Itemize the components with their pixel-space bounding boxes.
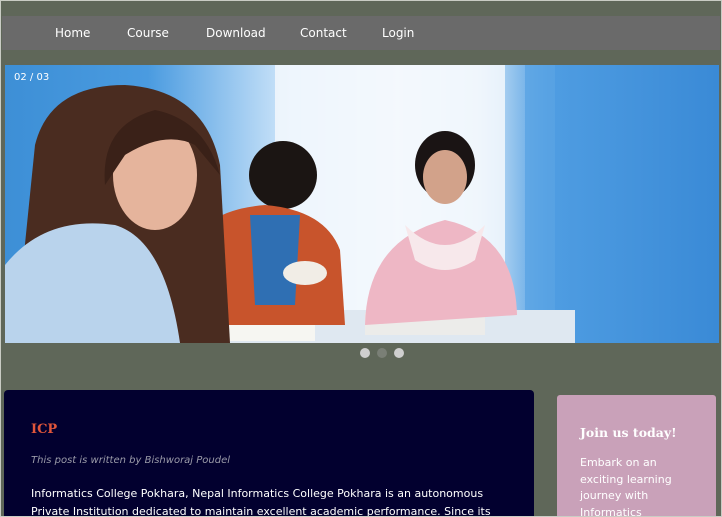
nav-login-link[interactable]: Login	[382, 26, 414, 40]
post-title[interactable]: ICP	[31, 422, 57, 437]
nav-course-link[interactable]: Course	[127, 26, 169, 40]
join-us-card: Join us today! Embark on an exciting lea…	[557, 395, 716, 517]
slide-counter: 02 / 03	[14, 72, 50, 83]
post-body: Informatics College Pokhara, Nepal Infor…	[31, 487, 491, 517]
nav-home-link[interactable]: Home	[55, 26, 90, 40]
slider-dot-3[interactable]	[394, 348, 404, 358]
top-navigation-bar: Home Course Download Contact Login	[2, 16, 720, 50]
nav-contact-link[interactable]: Contact	[300, 26, 347, 40]
slider-dot-1[interactable]	[360, 348, 370, 358]
slider-pagination	[360, 348, 404, 358]
post-card: ICP This post is written by Bishworaj Po…	[4, 390, 534, 517]
join-title: Join us today!	[580, 425, 677, 440]
slider-dot-2[interactable]	[377, 348, 387, 358]
hero-image-slider[interactable]: 02 / 03	[5, 65, 719, 343]
join-text: Embark on an exciting learning journey w…	[580, 456, 672, 517]
post-author: This post is written by Bishworaj Poudel	[31, 455, 231, 466]
classroom-photo	[5, 65, 575, 343]
nav-download-link[interactable]: Download	[206, 26, 266, 40]
